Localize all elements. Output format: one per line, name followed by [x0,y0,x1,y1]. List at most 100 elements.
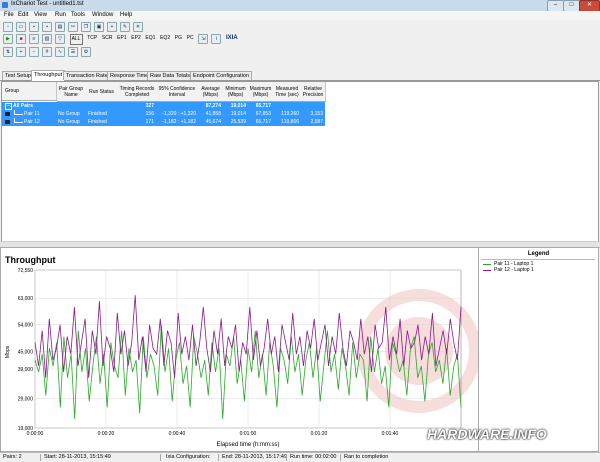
row-average: 45,674 [205,119,221,125]
throughput-chart-panel: Throughput 72,550 63,000 54,000 45,000 39,00… [0,247,479,452]
view-ep2-button[interactable]: EP2 [131,34,140,43]
y-tick-label: 72,550 [18,268,34,274]
tab-response-time[interactable]: Response Time [107,71,152,80]
tab-throughput[interactable]: Throughput [31,70,66,81]
pair-icon [5,112,10,116]
row-measured-time: 119,806 [281,119,299,125]
legend-label: Pair 12 - Laptop 1 [494,267,534,273]
save-as-icon[interactable]: ▪ [42,22,52,32]
view-eq2-button[interactable]: EQ2 [160,34,170,43]
row-name: Pair 11 [24,111,40,117]
status-pairs: Pairs: 2 [3,454,22,460]
menu-edit[interactable]: Edit [18,12,28,18]
view-eq1-button[interactable]: EQ1 [145,34,155,43]
legend-icon[interactable]: ☰ [68,47,78,57]
results-icon[interactable]: ≡ [29,34,39,44]
status-ixia-configuration: Ixia Configuration: [166,454,211,460]
tree-connector [14,118,23,123]
view-pg-button[interactable]: PG [175,34,182,43]
chart-icon[interactable]: ▥ [42,34,52,44]
open-folder-icon[interactable]: ▭ [16,22,26,32]
column-header-maximum[interactable]: Maximum (Mbps) [248,82,274,102]
zoom-out-icon[interactable]: − [29,47,39,57]
view-scr-button[interactable]: SCR [102,34,113,43]
row-records: 327 [145,103,154,109]
x-tick-label: 0:00:40 [169,431,186,437]
status-run-time: Run time: 00:02:00 [290,454,337,460]
column-header-label: Timing Records Completed [119,85,155,98]
status-start: Start: 28-11-2013, 15:15:49 [44,454,111,460]
table-row-pair-11[interactable]: Pair 11 No Group Finished 156 -1,320 : +… [2,110,325,118]
export-icon[interactable]: ⇲ [198,34,209,44]
zoom-in-icon[interactable]: + [16,47,26,57]
y-axis-label: Mbps [5,345,11,358]
run-icon[interactable]: ▶ [3,34,13,44]
row-measured-time: 119,260 [281,111,299,117]
toolbar-run: ▶ ■ ≡ ▥ ▽ ALL TCP SCR EP1 EP2 EQ1 EQ2 PG PC … [0,33,600,45]
stop-icon[interactable]: ■ [16,34,26,44]
add-pair-icon[interactable]: + [107,22,117,32]
results-table: Group Pair Group Name Run Status Timing … [1,81,599,242]
column-header-label: 95% Confidence Interval [158,85,196,98]
row-minimum: 19,014 [230,103,246,109]
menu-tools[interactable]: Tools [71,12,85,18]
chart-title: Throughput [5,255,55,265]
print-icon[interactable]: ▤ [55,22,65,32]
menu-file[interactable]: File [4,12,14,18]
menu-help[interactable]: Help [120,12,132,18]
window-title: IxChariot Test - untitled1.tst [11,1,84,7]
grid-icon[interactable]: # [42,47,52,57]
x-tick-label: 0:01:00 [240,431,257,437]
column-header-label: Minimum (Mbps) [225,85,246,98]
menu-run[interactable]: Run [55,12,66,18]
table-row-all-pairs[interactable]: − All Pairs 327 87,274 19,014 65,717 [2,102,325,110]
tab-raw-data-totals[interactable]: Raw Data Totals [147,71,193,80]
cut-icon[interactable]: ✂ [68,22,78,32]
graph-icon[interactable]: ∿ [55,47,65,57]
status-end: End: 28-11-2013, 15:17:49 [222,454,288,460]
row-group: No Group [58,119,80,125]
column-header-confidence-interval[interactable]: 95% Confidence Interval [156,82,199,102]
tab-test-setup[interactable]: Test Setup [2,71,34,80]
table-row-pair-12[interactable]: Pair 12 No Group Finished 171 -1,182 : +… [2,118,325,126]
copy-icon[interactable]: ❐ [81,22,91,32]
filter-icon[interactable]: ▽ [55,34,65,44]
expand-collapse-icon[interactable]: − [5,103,12,110]
toolbar-main: ▫ ▭ ▪ ▪ ▤ ✂ ❐ ▣ + ✎ ✕ [0,21,600,32]
tab-transaction-rate[interactable]: Transaction Rate [63,71,111,80]
menu-window[interactable]: Window [92,12,113,18]
column-header-timing-records[interactable]: Timing Records Completed [118,82,157,102]
view-pc-button[interactable]: PC [187,34,194,43]
column-header-relative-precision[interactable]: Relative Precision [301,82,326,102]
tab-endpoint-configuration[interactable]: Endpoint Configuration [190,71,252,80]
column-header-label: Average (Mbps) [201,85,220,98]
row-average: 41,858 [205,111,221,117]
tree-connector [14,110,23,115]
sort-icon[interactable]: ⇅ [3,47,13,57]
info-icon[interactable]: i [211,34,222,44]
options-icon[interactable]: ⚙ [81,47,91,57]
legend-item-pair-12[interactable]: Pair 12 - Laptop 1 [483,267,593,273]
row-records: 156 [145,111,154,117]
legend-swatch-pair-11 [483,264,491,265]
row-status: Finished [88,119,107,125]
view-tcp-button[interactable]: TCP [87,34,97,43]
view-all-button[interactable]: ALL [69,34,83,45]
delete-icon[interactable]: ✕ [133,22,143,32]
new-file-icon[interactable]: ▫ [3,22,13,32]
column-header-minimum[interactable]: Minimum (Mbps) [223,82,249,102]
row-group: No Group [58,111,80,117]
column-header-measured-time[interactable]: Measured Time (sec) [273,82,302,102]
view-ep1-button[interactable]: EP1 [117,34,126,43]
column-header-pair-group-name[interactable]: Pair Group Name [57,82,86,102]
results-tabs: Test Setup Throughput Transaction Rate R… [0,70,600,81]
column-header-run-status[interactable]: Run Status [85,82,119,102]
paste-icon[interactable]: ▣ [94,22,104,32]
column-header-average[interactable]: Average (Mbps) [198,82,224,102]
column-header-label: Pair Group Name [58,85,84,98]
menu-view[interactable]: View [34,12,47,18]
app-icon [2,2,8,8]
edit-pair-icon[interactable]: ✎ [120,22,130,32]
save-icon[interactable]: ▪ [29,22,39,32]
column-header-group[interactable]: Group [2,82,57,101]
